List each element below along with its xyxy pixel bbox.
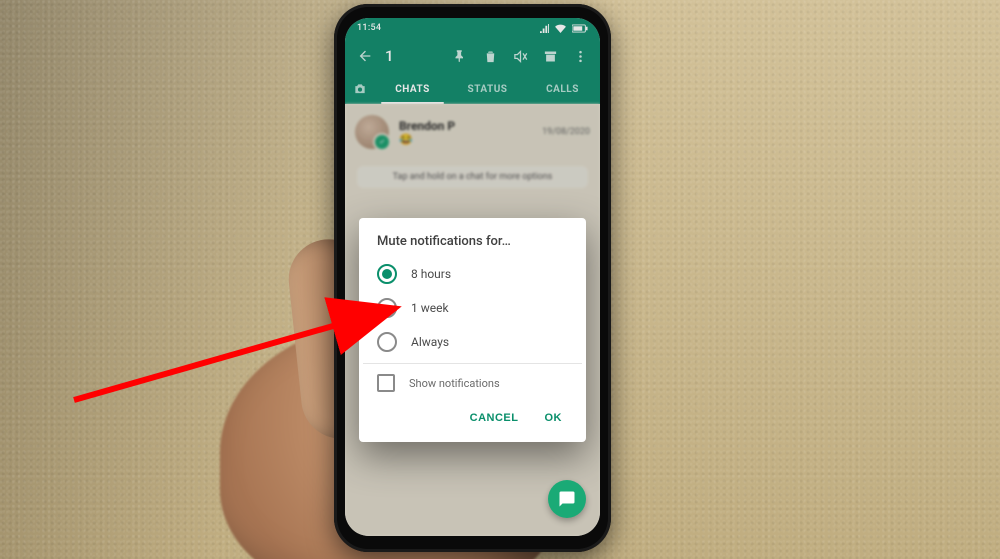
radio-icon (377, 264, 397, 284)
checkbox-icon (377, 374, 395, 392)
mute-dialog: Mute notifications for… 8 hours 1 week A… (359, 218, 586, 442)
radio-icon (377, 298, 397, 318)
radio-icon (377, 332, 397, 352)
chat-icon (558, 490, 576, 508)
radio-label: Always (411, 335, 449, 349)
radio-option-1-week[interactable]: 1 week (363, 291, 582, 325)
photo-scene: 11:54 1 (0, 0, 1000, 559)
dialog-title: Mute notifications for… (363, 234, 582, 257)
ok-button[interactable]: OK (537, 406, 571, 430)
phone-screen: 11:54 1 (345, 18, 600, 536)
radio-option-always[interactable]: Always (363, 325, 582, 359)
radio-option-8-hours[interactable]: 8 hours (363, 257, 582, 291)
phone-body: 11:54 1 (334, 4, 611, 552)
show-notifications-row[interactable]: Show notifications (363, 368, 582, 398)
radio-label: 1 week (411, 301, 449, 315)
new-chat-fab[interactable] (548, 480, 586, 518)
dialog-actions: CANCEL OK (363, 398, 582, 436)
divider (363, 363, 582, 364)
cancel-button[interactable]: CANCEL (462, 406, 527, 430)
radio-label: 8 hours (411, 267, 451, 281)
checkbox-label: Show notifications (409, 377, 500, 390)
